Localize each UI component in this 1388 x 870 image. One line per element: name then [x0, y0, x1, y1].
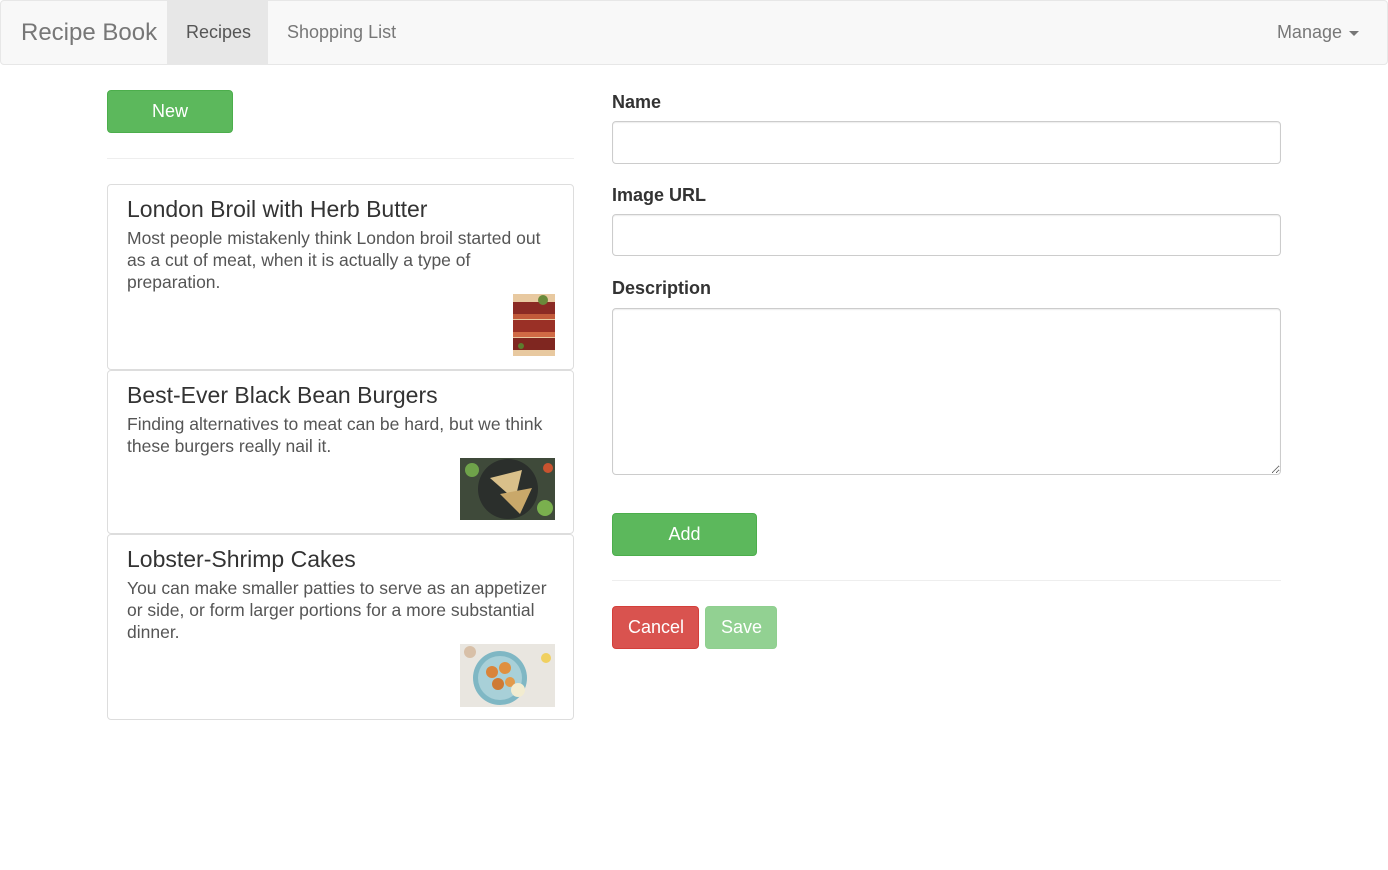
caret-down-icon [1349, 30, 1359, 36]
recipe-name: London Broil with Herb Butter [127, 196, 428, 222]
recipe-image [513, 294, 555, 356]
recipe-description: Most people mistakenly think London broi… [127, 228, 541, 292]
recipe-image [460, 644, 555, 707]
manage-dropdown-label: Manage [1276, 22, 1342, 42]
manage-dropdown[interactable]: Manage [1277, 1, 1359, 64]
save-button[interactable]: Save [705, 606, 777, 649]
name-input[interactable] [612, 121, 1281, 164]
add-ingredient-button[interactable]: Add ingredient [612, 513, 757, 585]
image-url-input[interactable] [612, 214, 1281, 256]
nav-tab-recipes[interactable]: Recipes [167, 1, 268, 64]
description-label: Description [612, 278, 712, 298]
divider [612, 580, 1281, 581]
recipe-list-item[interactable]: London Broil with Herb Butter Most peopl… [107, 184, 574, 370]
recipe-name: Best-Ever Black Bean Burgers [127, 382, 438, 408]
new-recipe-button[interactable]: New Recipe [107, 90, 233, 162]
navbar: Recipe Book Recipes Shopping List Manage [0, 0, 1388, 65]
nav-tab-shopping-list[interactable]: Shopping List [268, 1, 415, 64]
recipe-name: Lobster-Shrimp Cakes [127, 546, 356, 572]
cancel-button[interactable]: Cancel [612, 606, 699, 649]
recipe-image [460, 458, 555, 520]
recipe-description: You can make smaller patties to serve as… [127, 578, 547, 642]
image-url-label: Image URL [612, 185, 707, 205]
recipe-list-item[interactable]: Lobster-Shrimp Cakes You can make smalle… [107, 534, 574, 720]
name-label: Name [612, 92, 662, 112]
description-textarea[interactable] [612, 308, 1281, 475]
recipe-description: Finding alternatives to meat can be hard… [127, 414, 543, 456]
divider [107, 158, 574, 159]
brand-link[interactable]: Recipe Book [21, 1, 157, 64]
recipe-list-item[interactable]: Best-Ever Black Bean Burgers Finding alt… [107, 370, 574, 534]
